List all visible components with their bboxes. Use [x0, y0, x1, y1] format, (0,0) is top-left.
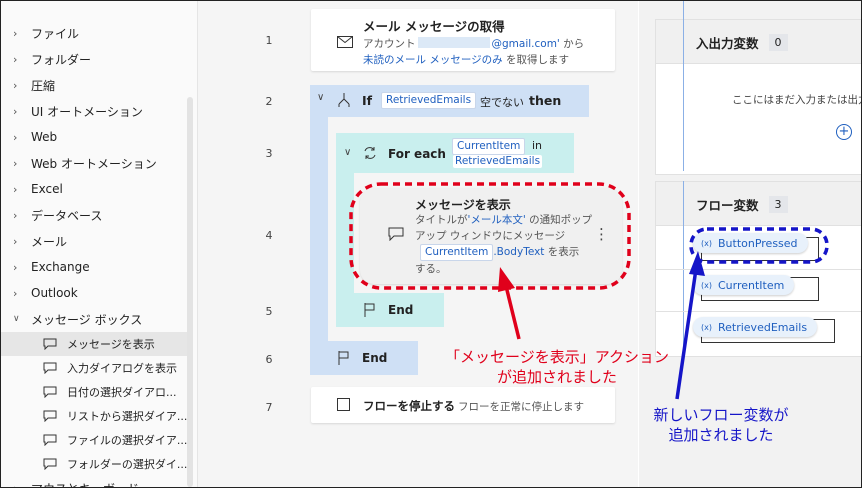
annotation-blue: 新しいフロー変数が 追加されました: [641, 405, 801, 445]
red-arrow-head: [498, 267, 515, 292]
annotation-line: が追加されました: [496, 368, 617, 386]
red-highlight-outline: [349, 182, 631, 290]
blue-highlight-outline: [689, 227, 829, 264]
app-window: › ファイル › フォルダー › 圧縮 › UI オートメーション › Web › Web …: [0, 0, 862, 488]
blue-arrow-head: [689, 251, 705, 276]
blue-arrow-line: [675, 268, 698, 400]
annotation-red: 「メッセージを表示」アクション が追加されました: [437, 347, 677, 387]
annotation-line: 新しいフロー変数が: [653, 406, 789, 424]
annotation-line: 追加されました: [668, 426, 774, 444]
red-arrow-line: [504, 285, 521, 340]
annotation-line: 「メッセージを表示」アクション: [445, 348, 669, 366]
